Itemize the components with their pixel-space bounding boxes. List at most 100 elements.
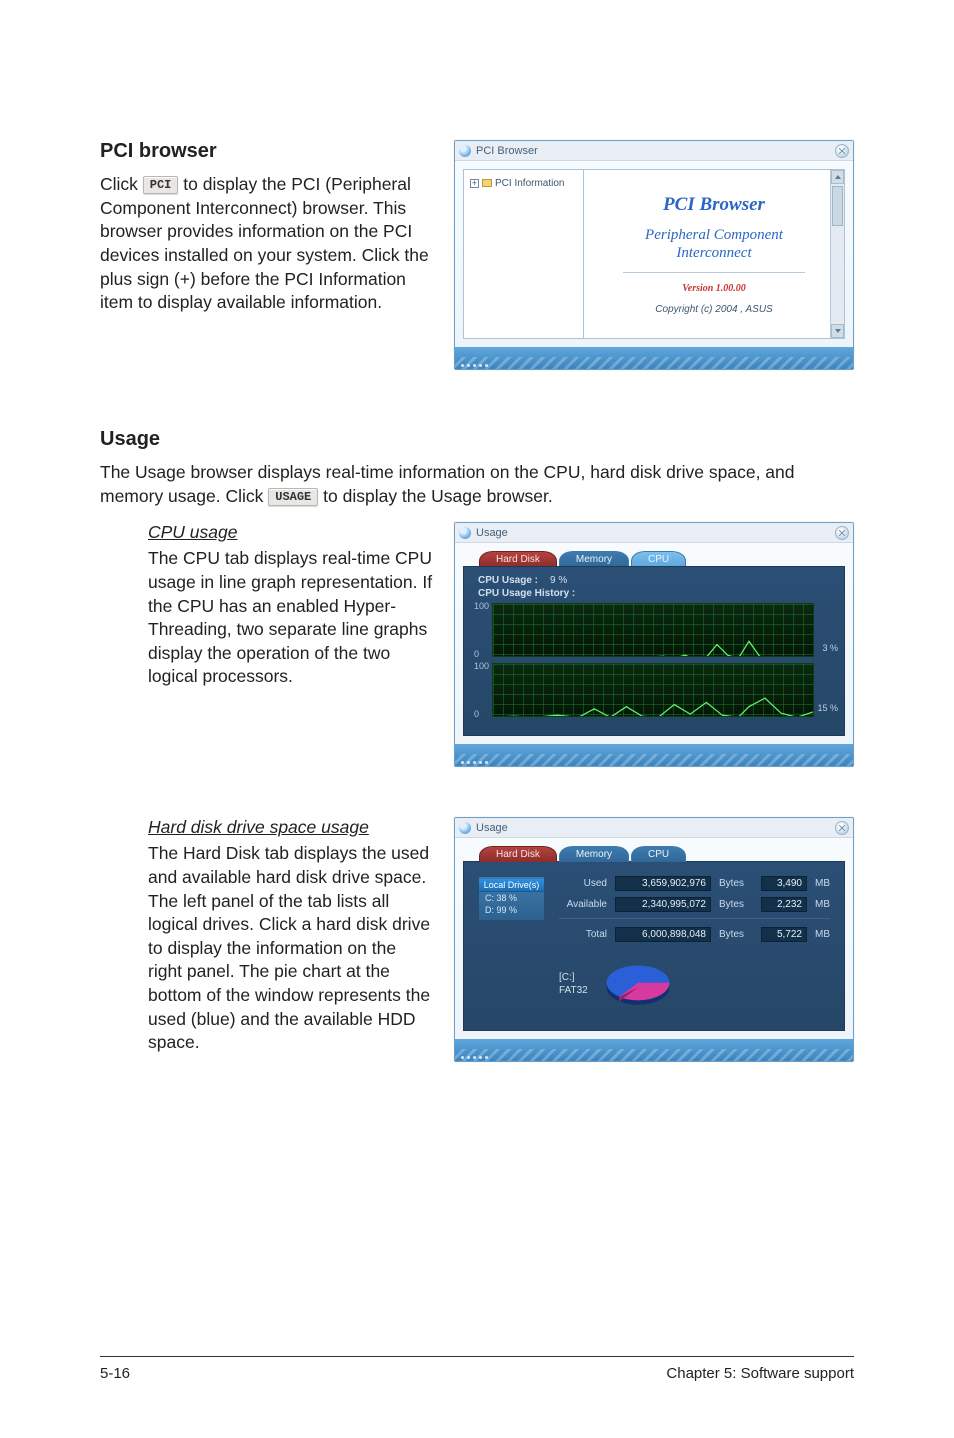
- scroll-thumb[interactable]: [832, 186, 843, 226]
- stat-mb: 2,232: [761, 897, 807, 912]
- stat-label: Used: [559, 878, 607, 889]
- usage-tabs: Hard Disk Memory CPU: [463, 846, 845, 862]
- cpu-graph-2: 100 0 15 %: [478, 663, 814, 717]
- page-footer: 5-16 Chapter 5: Software support: [100, 1356, 854, 1382]
- stat-bytes: 2,340,995,072: [615, 897, 711, 912]
- pci-copyright: Copyright (c) 2004 , ASUS: [655, 304, 772, 315]
- pci-browser-window: PCI Browser + PCI Information PCI Browser: [454, 140, 854, 370]
- hdd-stats-pane: Used 3,659,902,976 Bytes 3,490 MB Availa…: [559, 876, 830, 1016]
- pci-title: PCI Browser: [663, 194, 765, 216]
- stat-label: Available: [559, 899, 607, 910]
- globe-icon: [459, 527, 471, 539]
- stat-bytes: 3,659,902,976: [615, 876, 711, 891]
- y-axis-label: 100: [474, 601, 489, 611]
- folder-icon: [482, 179, 492, 187]
- scroll-up-icon[interactable]: [831, 170, 844, 184]
- usage-tabs: Hard Disk Memory CPU: [463, 551, 845, 567]
- stat-unit: MB: [815, 878, 830, 889]
- usage-paragraph: The Usage browser displays real-time inf…: [100, 461, 854, 508]
- window-titlebar[interactable]: PCI Browser: [455, 141, 853, 161]
- line-chart-icon: [493, 664, 813, 717]
- stat-mb: 5,722: [761, 927, 807, 942]
- cpu-current-value: 15 %: [817, 703, 838, 713]
- pci-browser-heading: PCI browser: [100, 140, 434, 163]
- chapter-title: Chapter 5: Software support: [666, 1365, 854, 1382]
- text-fragment: to display the Usage browser.: [323, 486, 553, 506]
- stat-available-row: Available 2,340,995,072 Bytes 2,232 MB: [559, 897, 830, 912]
- pie-labels: [C:] FAT32: [559, 971, 588, 997]
- cpu-usage-panel: CPU Usage : 9 % CPU Usage History : 100 …: [463, 566, 845, 736]
- cpu-usage-window: Usage Hard Disk Memory CPU CPU Usage : 9…: [454, 522, 854, 767]
- pci-info-pane: PCI Browser Peripheral Component Interco…: [584, 170, 844, 338]
- pci-version: Version 1.00.00: [682, 283, 746, 294]
- pci-browser-section: PCI browser Click PCI to display the PCI…: [100, 140, 854, 370]
- pci-subtitle: Peripheral Component Interconnect: [645, 226, 783, 262]
- tab-cpu[interactable]: CPU: [631, 846, 686, 862]
- globe-icon: [459, 145, 471, 157]
- cpu-history-label: CPU Usage History :: [478, 588, 814, 599]
- close-icon[interactable]: [835, 821, 849, 835]
- window-title: PCI Browser: [476, 145, 538, 157]
- divider: [623, 272, 805, 273]
- cpu-current-value: 3 %: [822, 643, 838, 653]
- drive-item-c[interactable]: C: 38 %: [479, 892, 544, 904]
- cpu-usage-subhead: CPU usage: [148, 522, 434, 543]
- drive-item-d[interactable]: D: 99 %: [479, 904, 544, 916]
- pie-chart-row: [C:] FAT32: [559, 956, 830, 1011]
- close-icon[interactable]: [835, 526, 849, 540]
- stat-unit: Bytes: [719, 878, 753, 889]
- text-fragment: Interconnect: [676, 245, 751, 261]
- pci-tree-item[interactable]: + PCI Information: [470, 178, 577, 189]
- hdd-usage-window: Usage Hard Disk Memory CPU Local Drive(s…: [454, 817, 854, 1062]
- stat-unit: Bytes: [719, 899, 753, 910]
- pie-fs-label: FAT32: [559, 984, 588, 997]
- tab-memory[interactable]: Memory: [559, 846, 629, 862]
- scroll-track[interactable]: [831, 184, 844, 324]
- cpu-usage-text: The CPU tab displays real-time CPU usage…: [148, 547, 434, 689]
- pie-chart-icon: [598, 956, 678, 1011]
- expand-icon[interactable]: +: [470, 179, 479, 188]
- cpu-usage-value: 9 %: [550, 575, 567, 586]
- drive-list: Local Drive(s) C: 38 % D: 99 %: [478, 876, 545, 921]
- scroll-down-icon[interactable]: [831, 324, 844, 338]
- tab-cpu[interactable]: CPU: [631, 551, 686, 567]
- pci-button-icon[interactable]: PCI: [143, 176, 179, 194]
- stat-unit: Bytes: [719, 929, 753, 940]
- page-number: 5-16: [100, 1365, 130, 1382]
- hdd-usage-text: The Hard Disk tab displays the used and …: [148, 842, 434, 1055]
- close-icon[interactable]: [835, 144, 849, 158]
- tab-hard-disk[interactable]: Hard Disk: [479, 551, 557, 567]
- window-title: Usage: [476, 527, 508, 539]
- y-axis-label: 100: [474, 661, 489, 671]
- window-footer: [455, 744, 853, 766]
- scrollbar[interactable]: [830, 170, 844, 338]
- pci-tree-pane: + PCI Information: [464, 170, 584, 338]
- usage-section: Usage The Usage browser displays real-ti…: [100, 428, 854, 1062]
- stat-label: Total: [559, 929, 607, 940]
- tab-memory[interactable]: Memory: [559, 551, 629, 567]
- tab-hard-disk[interactable]: Hard Disk: [479, 846, 557, 862]
- pie-drive-label: [C:]: [559, 971, 588, 984]
- text-fragment: Peripheral Component: [645, 227, 783, 243]
- divider: [559, 918, 830, 919]
- stat-mb: 3,490: [761, 876, 807, 891]
- drive-list-header: Local Drive(s): [479, 879, 544, 892]
- text-fragment: to display the PCI (Peripheral Component…: [100, 174, 429, 312]
- y-axis-label: 0: [474, 709, 479, 719]
- text-fragment: Click: [100, 174, 143, 194]
- stat-total-row: Total 6,000,898,048 Bytes 5,722 MB: [559, 927, 830, 942]
- cpu-usage-label: CPU Usage :: [478, 575, 538, 586]
- usage-button-icon[interactable]: USAGE: [268, 488, 318, 506]
- window-footer: [455, 347, 853, 369]
- hdd-usage-panel: Local Drive(s) C: 38 % D: 99 % Used 3,65…: [463, 861, 845, 1031]
- globe-icon: [459, 822, 471, 834]
- window-title: Usage: [476, 822, 508, 834]
- usage-heading: Usage: [100, 428, 854, 451]
- pci-tree-label: PCI Information: [495, 178, 564, 189]
- pci-browser-paragraph: Click PCI to display the PCI (Peripheral…: [100, 173, 434, 315]
- window-titlebar[interactable]: Usage: [455, 818, 853, 838]
- line-chart-icon: [493, 604, 813, 657]
- y-axis-label: 0: [474, 649, 479, 659]
- window-footer: [455, 1039, 853, 1061]
- window-titlebar[interactable]: Usage: [455, 523, 853, 543]
